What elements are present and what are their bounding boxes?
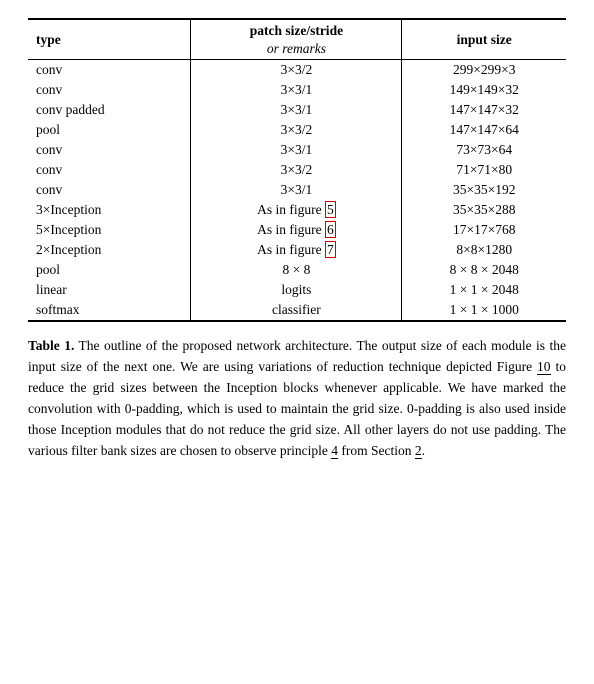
figure-ref: 7 [325,241,336,258]
caption-ref3: 2 [415,443,422,459]
cell-type: linear [28,280,191,300]
cell-type: pool [28,260,191,280]
cell-patch: As in figure 7 [191,240,402,260]
cell-type: conv [28,80,191,100]
table-row: pool3×3/2147×147×64 [28,120,566,140]
cell-input: 299×299×3 [402,60,566,81]
cell-patch: As in figure 6 [191,220,402,240]
cell-type: conv [28,160,191,180]
table-row: pool8 × 88 × 8 × 2048 [28,260,566,280]
cell-patch: 3×3/1 [191,100,402,120]
cell-patch: 3×3/2 [191,160,402,180]
architecture-table: type patch size/stride or remarks input … [28,18,566,322]
table-row: softmaxclassifier1 × 1 × 1000 [28,300,566,321]
cell-type: conv [28,60,191,81]
cell-patch: 8 × 8 [191,260,402,280]
col-header-input: input size [402,19,566,60]
cell-type: 5×Inception [28,220,191,240]
table-row: conv3×3/2299×299×3 [28,60,566,81]
cell-type: 3×Inception [28,200,191,220]
cell-input: 8 × 8 × 2048 [402,260,566,280]
cell-input: 35×35×192 [402,180,566,200]
caption-text3: from Section [338,443,415,458]
col-header-patch: patch size/stride or remarks [191,19,402,60]
table-row: 5×InceptionAs in figure 617×17×768 [28,220,566,240]
table-row: conv3×3/1149×149×32 [28,80,566,100]
cell-input: 1 × 1 × 2048 [402,280,566,300]
caption-text1: The outline of the proposed network arch… [28,338,566,374]
table-row: 3×InceptionAs in figure 535×35×288 [28,200,566,220]
figure-ref: 6 [325,221,336,238]
caption-ref1: 10 [537,359,551,375]
table-caption: Table 1. The outline of the proposed net… [28,336,566,462]
cell-patch: 3×3/1 [191,80,402,100]
cell-patch: classifier [191,300,402,321]
cell-type: 2×Inception [28,240,191,260]
cell-type: pool [28,120,191,140]
cell-input: 147×147×32 [402,100,566,120]
table-row: linearlogits1 × 1 × 2048 [28,280,566,300]
figure-ref: 5 [325,201,336,218]
cell-patch: 3×3/2 [191,60,402,81]
cell-input: 149×149×32 [402,80,566,100]
cell-input: 73×73×64 [402,140,566,160]
cell-type: conv padded [28,100,191,120]
cell-input: 71×71×80 [402,160,566,180]
cell-input: 147×147×64 [402,120,566,140]
cell-patch: 3×3/2 [191,120,402,140]
cell-type: softmax [28,300,191,321]
cell-type: conv [28,140,191,160]
cell-patch: As in figure 5 [191,200,402,220]
table-row: conv padded3×3/1147×147×32 [28,100,566,120]
table-row: conv3×3/135×35×192 [28,180,566,200]
caption-text4: . [422,443,425,458]
table-row: conv3×3/173×73×64 [28,140,566,160]
caption-label: Table 1. [28,338,74,353]
cell-patch: 3×3/1 [191,180,402,200]
col-header-type: type [28,19,191,60]
cell-type: conv [28,180,191,200]
cell-input: 8×8×1280 [402,240,566,260]
cell-patch: 3×3/1 [191,140,402,160]
cell-input: 17×17×768 [402,220,566,240]
cell-patch: logits [191,280,402,300]
cell-input: 1 × 1 × 1000 [402,300,566,321]
table-row: conv3×3/271×71×80 [28,160,566,180]
cell-input: 35×35×288 [402,200,566,220]
table-row: 2×InceptionAs in figure 78×8×1280 [28,240,566,260]
